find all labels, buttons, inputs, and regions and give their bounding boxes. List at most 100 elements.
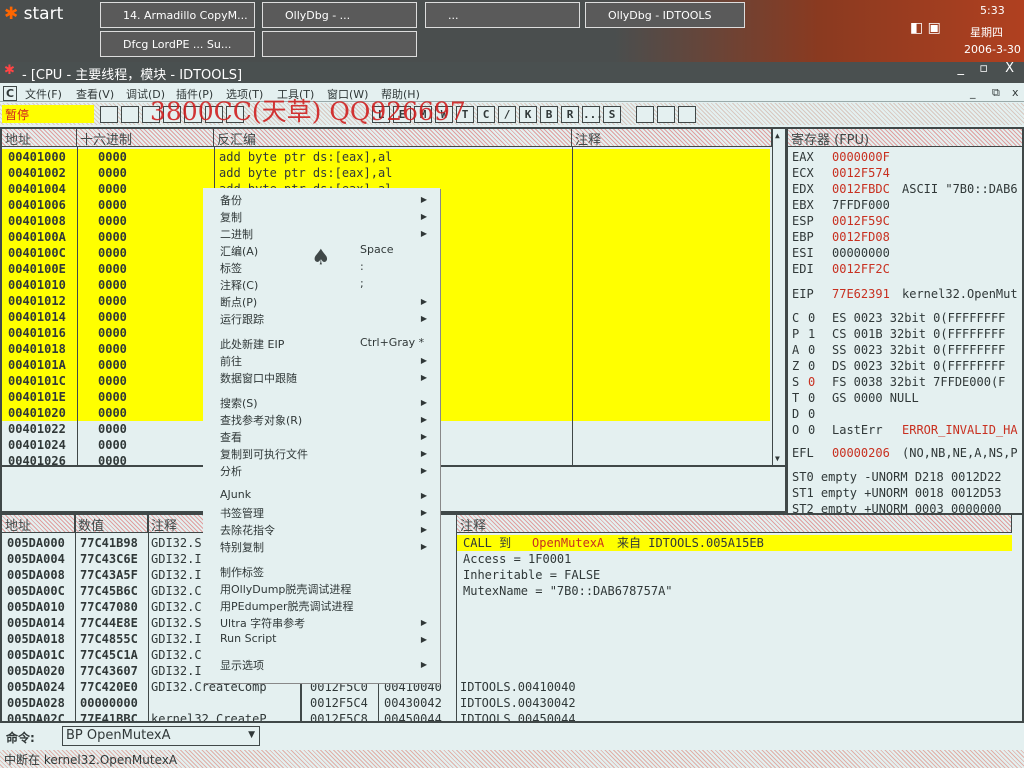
context-menu-item[interactable]: 复制到可执行文件 ▶ bbox=[220, 446, 435, 462]
flag-t[interactable]: T 0 GS 0000 NULL bbox=[792, 390, 1022, 406]
stack-arg[interactable]: MutexName = "7B0::DAB678757A" bbox=[463, 583, 673, 599]
taskbar-button[interactable]: 14. Armadillo CopyM... bbox=[100, 2, 255, 28]
registers-header[interactable]: 寄存器 (FPU) bbox=[788, 129, 1022, 148]
toolbar-button-letter[interactable]: K bbox=[519, 106, 537, 123]
toolbar-button[interactable] bbox=[121, 106, 139, 123]
row-address: 00401024 bbox=[8, 438, 66, 452]
taskbar-button[interactable]: OllyDbg - IDTOOLS bbox=[585, 2, 745, 28]
stack-row[interactable]: 0012F5C4 00430042 IDTOOLS.00430042 bbox=[302, 695, 1002, 711]
mdi-close-button[interactable]: x bbox=[1012, 86, 1019, 99]
toolbar-button-letter[interactable]: S bbox=[603, 106, 621, 123]
stack-row[interactable]: 0012F5C8 00450044 IDTOOLS.00450044 bbox=[302, 711, 1002, 721]
start-button[interactable]: ✱ start bbox=[4, 4, 63, 24]
toolbar-button-letter[interactable]: ... bbox=[582, 106, 603, 123]
context-menu-item[interactable]: 书签管理 ▶ bbox=[220, 505, 435, 521]
context-menu-item[interactable]: Ultra 字符串参考 ▶ bbox=[220, 615, 435, 631]
taskbar-button[interactable] bbox=[262, 31, 417, 57]
toolbar-button-letter[interactable]: B bbox=[540, 106, 558, 123]
context-menu-item[interactable]: 断点(P) ▶ bbox=[220, 294, 435, 310]
flag-d[interactable]: D0 bbox=[792, 406, 1022, 422]
flag-s-part: 0 bbox=[808, 375, 816, 389]
mdi-minimize-button[interactable]: _ bbox=[970, 86, 976, 99]
maximize-button[interactable]: ▫ bbox=[979, 61, 988, 76]
register-efl[interactable]: EFL 00000206 (NO,NB,NE,A,NS,P bbox=[792, 445, 1022, 461]
register-edi[interactable]: EDI 0012FF2C bbox=[792, 261, 1022, 277]
menu-view[interactable]: 查看(V) bbox=[76, 86, 114, 102]
toolbar-button[interactable] bbox=[100, 106, 118, 123]
context-menu-item[interactable]: 前往 ▶ bbox=[220, 353, 435, 369]
disasm-row[interactable]: 00401000 0000 add byte ptr ds:[eax],al bbox=[2, 149, 770, 165]
flag-t-part: T bbox=[792, 391, 800, 405]
dump-col-address[interactable]: 地址 bbox=[2, 515, 75, 534]
register-eax[interactable]: EAX 0000000F bbox=[792, 149, 1022, 165]
context-menu-item[interactable]: 分析 ▶ bbox=[220, 463, 435, 479]
register-eip[interactable]: EIP 77E62391 kernel32.OpenMut bbox=[792, 286, 1022, 302]
context-menu-item[interactable]: 运行跟踪 ▶ bbox=[220, 311, 435, 327]
col-hex[interactable]: 十六进制 bbox=[77, 129, 214, 148]
toolbar-button-letter[interactable]: / bbox=[498, 106, 516, 123]
chevron-down-icon[interactable]: ▼ bbox=[248, 730, 255, 740]
toolbar-button-letter[interactable]: C bbox=[477, 106, 495, 123]
toolbar-button-letter[interactable]: R bbox=[561, 106, 579, 123]
context-menu-item[interactable]: 用OllyDump脱壳调试进程 bbox=[220, 581, 435, 597]
fpu-register[interactable]: ST1 empty +UNORM 0018 0012D53 bbox=[792, 485, 1022, 501]
flag-c[interactable]: C 0 ES 0023 32bit 0(FFFFFFFF bbox=[792, 310, 1022, 326]
stack-col-comment[interactable]: 注释 bbox=[457, 515, 1012, 534]
cpu-window-icon[interactable]: C bbox=[3, 86, 18, 101]
context-menu-item[interactable]: Run Script ▶ bbox=[220, 632, 435, 648]
register-ebx[interactable]: EBX 7FFDF000 bbox=[792, 197, 1022, 213]
context-menu-item[interactable]: 查找参考对象(R) ▶ bbox=[220, 412, 435, 428]
minimize-button[interactable]: _ bbox=[958, 61, 965, 76]
menu-file[interactable]: 文件(F) bbox=[25, 86, 62, 102]
toolbar-button[interactable] bbox=[678, 106, 696, 123]
context-menu-item[interactable]: 查看 ▶ bbox=[220, 429, 435, 445]
context-menu-item[interactable]: 去除花指令 ▶ bbox=[220, 522, 435, 538]
flag-z[interactable]: Z 0 DS 0023 32bit 0(FFFFFFFF bbox=[792, 358, 1022, 374]
context-menu-item[interactable]: 备份 ▶ bbox=[220, 192, 435, 208]
context-menu-item[interactable]: AJunk ▶ bbox=[220, 488, 435, 504]
dump-row[interactable]: 005DA02C 77E41BBC kernel32.CreateP bbox=[2, 711, 300, 721]
dump-row[interactable]: 005DA028 00000000 bbox=[2, 695, 300, 711]
col-comment[interactable]: 注释 bbox=[572, 129, 772, 148]
col-disassembly[interactable]: 反汇编 bbox=[214, 129, 572, 148]
taskbar-button[interactable]: OllyDbg - ... bbox=[262, 2, 417, 28]
register-esi-part: 00000000 bbox=[832, 246, 890, 260]
context-menu-item[interactable]: 此处新建 EIP Ctrl+Gray * bbox=[220, 336, 435, 352]
register-ebp[interactable]: EBP 0012FD08 bbox=[792, 229, 1022, 245]
disasm-scrollbar[interactable]: ▲ ▼ bbox=[772, 129, 785, 465]
taskbar-button[interactable]: ... bbox=[425, 2, 580, 28]
context-menu-item[interactable]: 注释(C); bbox=[220, 277, 435, 293]
command-input[interactable]: BP OpenMutexA ▼ bbox=[62, 726, 260, 746]
dump-col-value[interactable]: 数值 bbox=[75, 515, 148, 534]
fpu-register[interactable]: ST0 empty -UNORM D218 0012D22 bbox=[792, 469, 1022, 485]
context-menu-item[interactable]: 显示选项 ▶ bbox=[220, 657, 435, 673]
context-menu-item[interactable]: 制作标签 bbox=[220, 564, 435, 580]
mdi-restore-button[interactable]: ⧉ bbox=[992, 86, 1000, 100]
context-menu-item[interactable]: 数据窗口中跟随 ▶ bbox=[220, 370, 435, 386]
context-menu-item[interactable]: 二进制 ▶ bbox=[220, 226, 435, 242]
register-esp[interactable]: ESP 0012F59C bbox=[792, 213, 1022, 229]
registers-pane[interactable]: 寄存器 (FPU) EAX 0000000F ECX 0012F574 EDX 0012F… bbox=[786, 127, 1024, 515]
register-ecx[interactable]: ECX 0012F574 bbox=[792, 165, 1022, 181]
register-edx[interactable]: EDX 0012FBDC ASCII "7B0::DAB6 bbox=[792, 181, 1022, 197]
stack-call-row[interactable]: CALL 到 OpenMutexA 来自 IDTOOLS.005A15EB bbox=[457, 535, 1012, 551]
flag-p[interactable]: P 1 CS 001B 32bit 0(FFFFFFFF bbox=[792, 326, 1022, 342]
stack-arg[interactable]: Inheritable = FALSE bbox=[463, 567, 600, 583]
context-menu-item[interactable]: 搜索(S) ▶ bbox=[220, 395, 435, 411]
flag-s[interactable]: S 0 FS 0038 32bit 7FFDE000(F bbox=[792, 374, 1022, 390]
context-menu-item[interactable]: 用PEdumper脱壳调试进程 bbox=[220, 598, 435, 614]
register-ebx-part: EBX bbox=[792, 198, 814, 212]
close-button[interactable]: X bbox=[1005, 61, 1014, 76]
register-esi[interactable]: ESI 00000000 bbox=[792, 245, 1022, 261]
row-address: 0040101E bbox=[8, 390, 66, 404]
stack-arg[interactable]: Access = 1F0001 bbox=[463, 551, 571, 567]
toolbar-button[interactable] bbox=[636, 106, 654, 123]
disasm-row[interactable]: 00401002 0000 add byte ptr ds:[eax],al bbox=[2, 165, 770, 181]
tray-icons[interactable]: ◧ ▣ bbox=[910, 20, 941, 36]
context-menu-item[interactable]: 复制 ▶ bbox=[220, 209, 435, 225]
flag-a[interactable]: A 0 SS 0023 32bit 0(FFFFFFFF bbox=[792, 342, 1022, 358]
context-menu-item[interactable]: 特别复制 ▶ bbox=[220, 539, 435, 555]
toolbar-button[interactable] bbox=[657, 106, 675, 123]
col-address[interactable]: 地址 bbox=[2, 129, 77, 148]
taskbar-button[interactable]: Dfcg LordPE ... Su... bbox=[100, 31, 255, 57]
